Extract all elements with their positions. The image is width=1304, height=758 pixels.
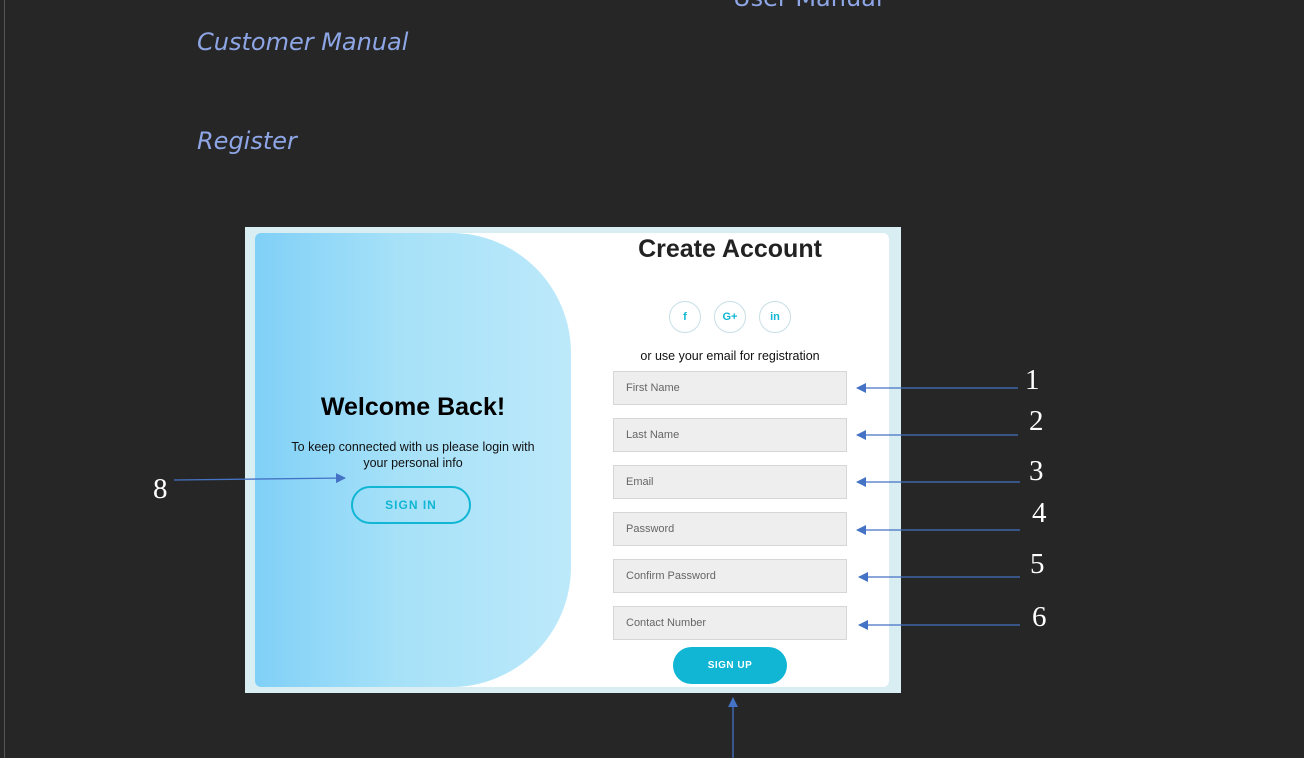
- callout-6: 6: [1032, 601, 1047, 633]
- callout-5: 5: [1030, 548, 1045, 580]
- callout-8: 8: [153, 473, 168, 505]
- callout-3: 3: [1029, 455, 1044, 487]
- document-page: User Manual Customer Manual Register Wel…: [0, 0, 1304, 758]
- callout-1: 1: [1025, 364, 1040, 396]
- callout-arrows: [173, 383, 1020, 758]
- callout-arrow-8: [173, 473, 346, 484]
- callout-2: 2: [1029, 405, 1044, 437]
- callout-4: 4: [1032, 497, 1047, 529]
